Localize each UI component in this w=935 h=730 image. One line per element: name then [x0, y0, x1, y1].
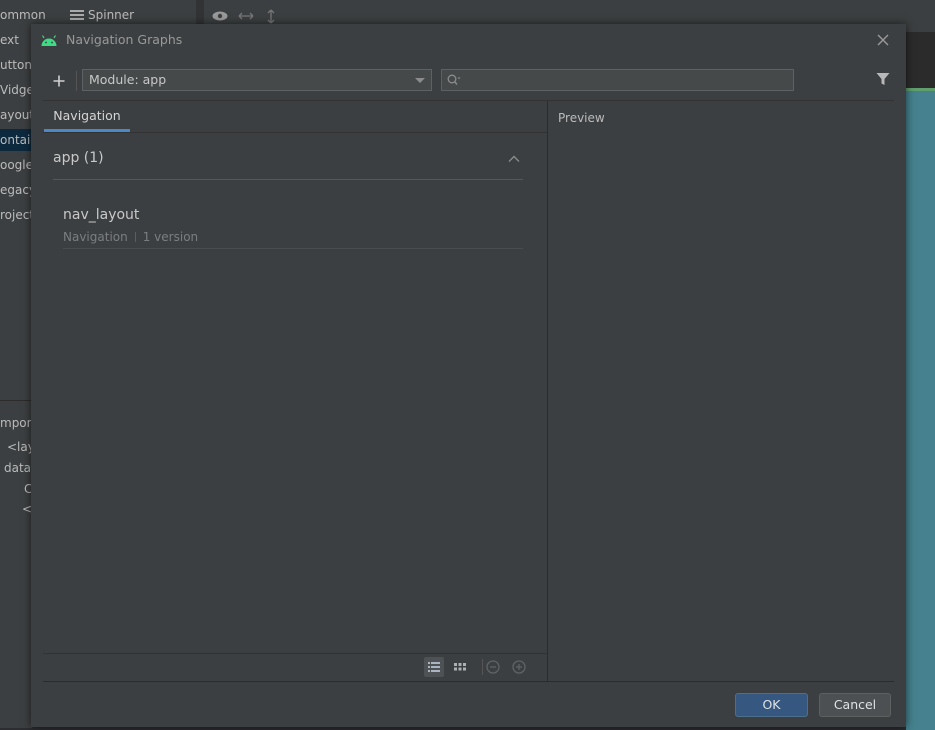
- group-header-app[interactable]: app (1): [53, 146, 523, 178]
- chevron-up-icon[interactable]: [507, 152, 521, 166]
- zoom-out-icon: [486, 660, 500, 674]
- resources-pane: Navigation app (1) nav_layout Navigation…: [43, 101, 547, 681]
- chevron-down-icon: [415, 78, 425, 83]
- palette-category[interactable]: ext: [0, 29, 19, 51]
- item-divider: [63, 248, 523, 249]
- grid-view-icon: [454, 663, 466, 671]
- search-icon: [447, 74, 461, 85]
- filter-icon[interactable]: [876, 72, 890, 86]
- grid-view-button[interactable]: [450, 657, 470, 677]
- tree-row[interactable]: data: [4, 458, 31, 478]
- palette-category-selected[interactable]: ontain: [0, 129, 38, 151]
- resource-name: nav_layout: [63, 207, 140, 223]
- view-options-bar: [43, 653, 547, 681]
- module-select[interactable]: Module: app: [82, 69, 432, 91]
- search-input[interactable]: [441, 69, 794, 91]
- dialog-toolbar: Module: app: [44, 68, 896, 94]
- vertical-resize-icon[interactable]: [266, 9, 276, 24]
- dialog-title: Navigation Graphs: [66, 32, 183, 47]
- eye-icon[interactable]: [212, 11, 228, 21]
- preview-label: Preview: [558, 111, 605, 125]
- resource-meta: Navigation 1 version: [63, 230, 198, 244]
- navigation-graphs-dialog: Navigation Graphs Module: app Navigation…: [31, 24, 906, 727]
- dialog-titlebar[interactable]: Navigation Graphs: [31, 24, 906, 56]
- ok-button[interactable]: OK: [735, 693, 808, 717]
- zoom-in-icon: [512, 660, 526, 674]
- toolbar-separator: [76, 71, 77, 91]
- design-surface-header: [906, 32, 935, 88]
- component-tree-panel: mpone <lay data C <: [0, 400, 42, 728]
- list-item-nav-layout[interactable]: nav_layout Navigation 1 version: [63, 205, 523, 249]
- add-button[interactable]: [49, 68, 69, 94]
- palette-category[interactable]: ommon: [0, 4, 46, 26]
- meta-separator: [134, 232, 136, 242]
- resource-type: Navigation: [63, 230, 128, 244]
- list-view-button[interactable]: [424, 657, 444, 677]
- zoom-out-button[interactable]: [483, 657, 503, 677]
- horizontal-resize-icon[interactable]: [238, 11, 254, 21]
- palette-item-label: Spinner: [88, 8, 135, 22]
- tab-navigation[interactable]: Navigation: [44, 101, 130, 132]
- tab-divider: [43, 132, 547, 133]
- list-view-icon: [428, 662, 440, 672]
- group-divider: [53, 179, 523, 180]
- palette-category[interactable]: roject: [0, 204, 34, 226]
- android-icon: [41, 35, 57, 46]
- palette-item-spinner[interactable]: Spinner: [70, 4, 134, 26]
- palette-category[interactable]: oogle: [0, 154, 33, 176]
- plus-icon: [53, 75, 65, 87]
- close-icon: [877, 34, 889, 46]
- spinner-icon: [70, 10, 84, 20]
- cancel-button[interactable]: Cancel: [819, 693, 891, 717]
- design-surface: [906, 88, 935, 730]
- zoom-in-button[interactable]: [509, 657, 529, 677]
- group-title: app (1): [53, 150, 104, 166]
- module-select-value: Module: app: [89, 72, 167, 87]
- footer-divider: [43, 681, 894, 682]
- resource-versions: 1 version: [142, 230, 199, 244]
- preview-pane: Preview: [548, 101, 894, 681]
- close-button[interactable]: [874, 31, 892, 49]
